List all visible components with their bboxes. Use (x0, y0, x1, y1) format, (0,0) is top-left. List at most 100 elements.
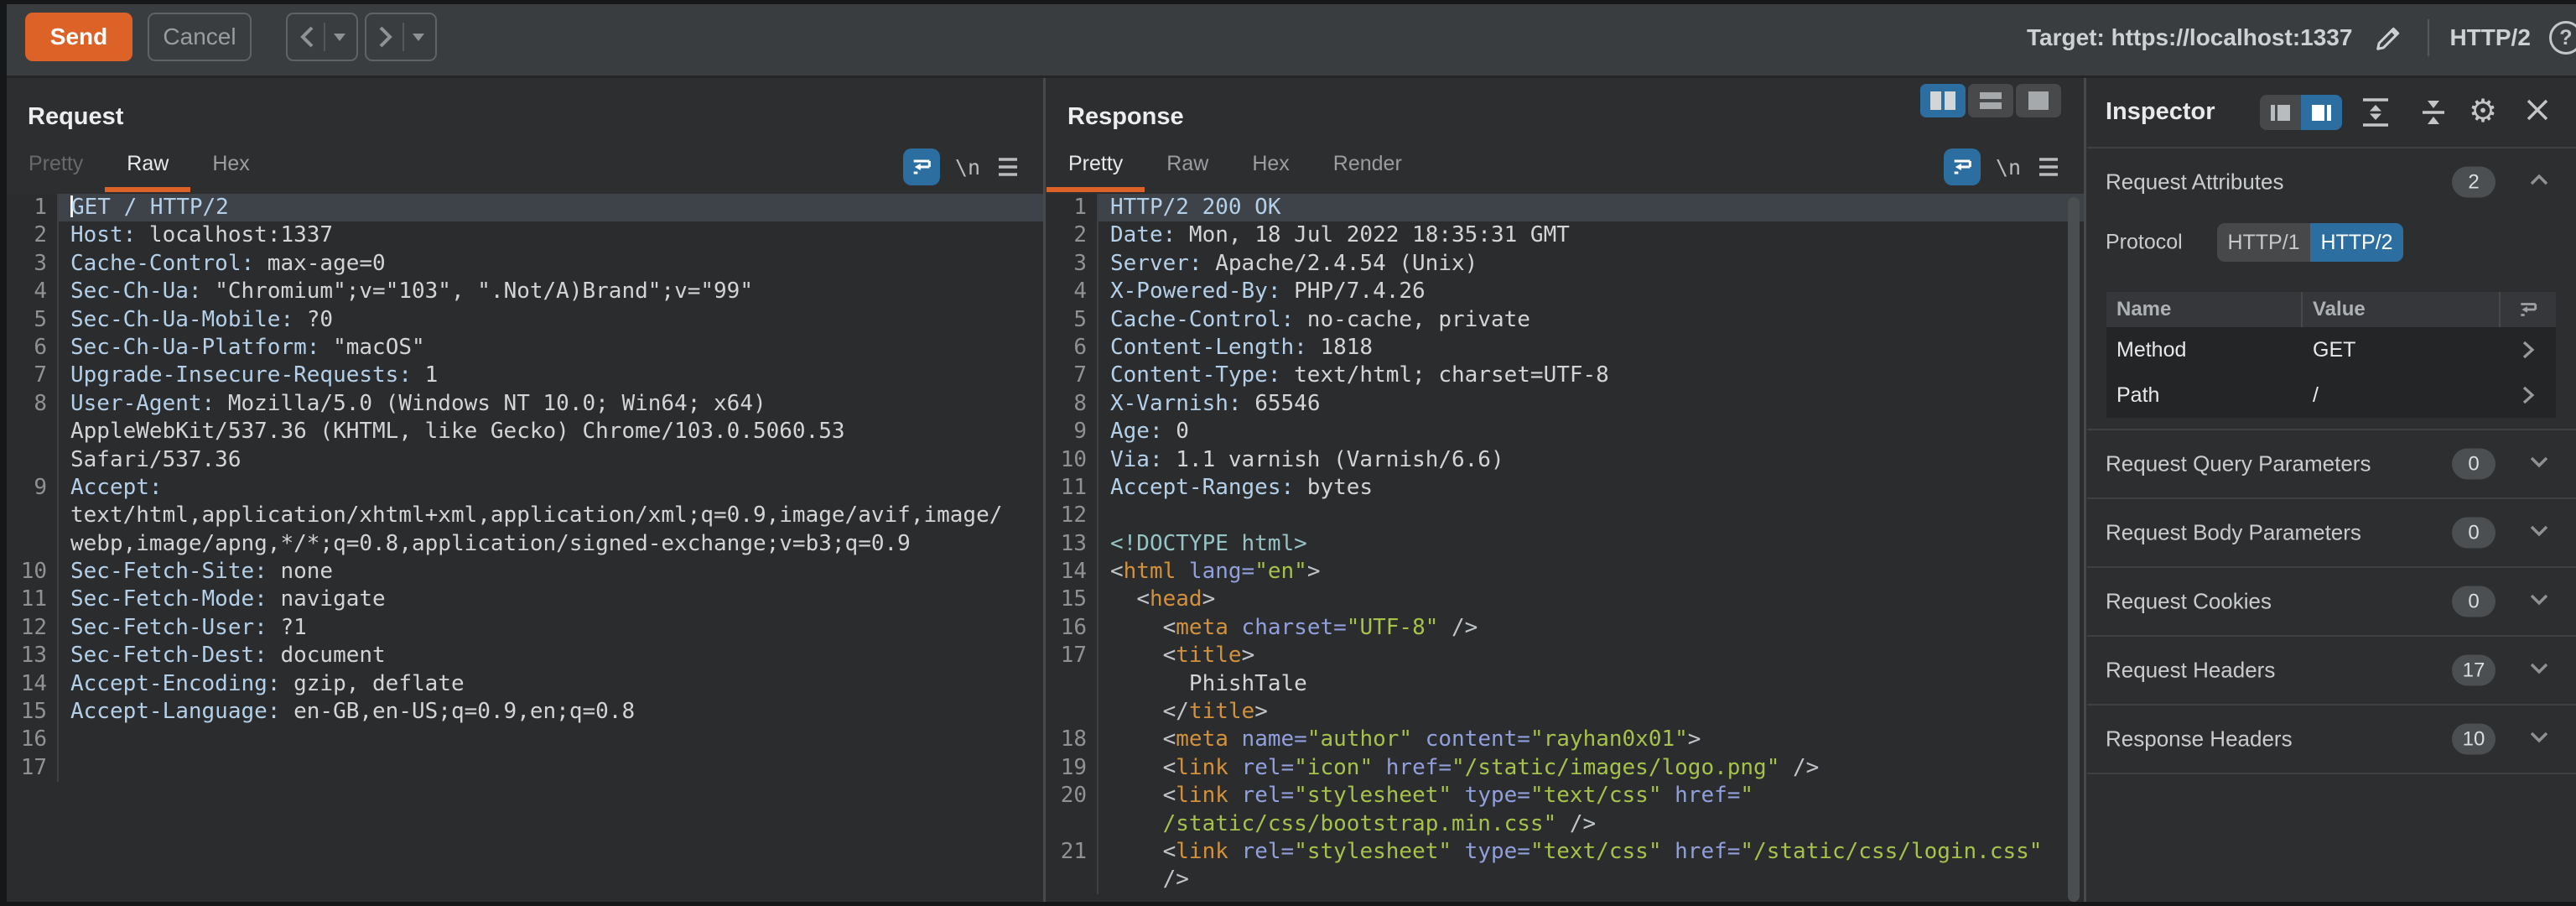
expand-section-button[interactable] (2529, 593, 2549, 610)
code-row[interactable]: 17 <title> (1046, 642, 2085, 669)
code-row[interactable]: 14Accept-Encoding: gzip, deflate (7, 670, 1044, 698)
code-row[interactable]: 14<html lang="en"> (1046, 558, 2085, 586)
code-row[interactable]: /> (1046, 866, 2085, 893)
open-attribute-button[interactable] (2501, 385, 2556, 405)
code-row[interactable]: 16 (7, 726, 1044, 753)
show-newlines-toggle[interactable]: \n (1996, 155, 2021, 180)
code-row[interactable]: PhishTale (1046, 670, 2085, 698)
request-editor[interactable]: 1GET / HTTP/22Host: localhost:13373Cache… (7, 194, 1044, 906)
code-row[interactable]: 1GET / HTTP/2 (7, 194, 1044, 221)
expand-section-button[interactable] (2529, 456, 2549, 472)
code-row[interactable]: 11Accept-Ranges: bytes (1046, 474, 2085, 502)
layout-columns-button[interactable] (1920, 84, 1966, 117)
section-request-headers[interactable]: Request Headers17 (2087, 635, 2576, 704)
code-row[interactable]: 8User-Agent: Mozilla/5.0 (Windows NT 10.… (7, 390, 1044, 418)
response-editor[interactable]: 1HTTP/2 200 OK2Date: Mon, 18 Jul 2022 18… (1046, 194, 2085, 906)
panel-divider[interactable] (2084, 78, 2086, 906)
attribute-row-method[interactable]: MethodGET (2106, 327, 2556, 372)
code-row[interactable]: 21 <link rel="stylesheet" type="text/css… (1046, 838, 2085, 866)
code-row[interactable]: 12 (1046, 502, 2085, 529)
protocol-option-http2[interactable]: HTTP/2 (2310, 223, 2403, 262)
expand-section-button[interactable] (2529, 524, 2549, 541)
code-row[interactable]: 4Sec-Ch-Ua: "Chromium";v="103", ".Not/A)… (7, 278, 1044, 305)
cancel-button[interactable]: Cancel (148, 13, 252, 61)
section-request-cookies[interactable]: Request Cookies0 (2087, 566, 2576, 635)
back-button[interactable] (286, 13, 358, 61)
inspector-close-button[interactable] (2524, 96, 2551, 123)
code-row[interactable]: 7Content-Type: text/html; charset=UTF-8 (1046, 362, 2085, 389)
response-scrollbar[interactable] (2068, 197, 2080, 902)
code-row[interactable]: 9Age: 0 (1046, 418, 2085, 445)
code-row[interactable]: 15Accept-Language: en-GB,en-US;q=0.9,en;… (7, 698, 1044, 726)
table-wrap-toggle[interactable] (2501, 299, 2556, 320)
code-row[interactable]: Safari/537.36 (7, 446, 1044, 474)
protocol-option-http1[interactable]: HTTP/1 (2217, 223, 2310, 262)
code-row[interactable]: 13<!DOCTYPE html> (1046, 530, 2085, 558)
inspector-settings-button[interactable]: ⚙ (2469, 96, 2497, 127)
tab-hex[interactable]: Hex (190, 150, 271, 192)
code-row[interactable]: 3Server: Apache/2.4.54 (Unix) (1046, 250, 2085, 278)
show-newlines-toggle[interactable]: \n (955, 155, 980, 180)
collapse-all-button[interactable] (2421, 96, 2446, 128)
expand-section-button[interactable] (2529, 731, 2549, 747)
section-request-body-parameters[interactable]: Request Body Parameters0 (2087, 497, 2576, 566)
chevron-up-icon[interactable] (2529, 174, 2549, 190)
back-dropdown-icon[interactable] (334, 34, 345, 41)
code-row[interactable]: webp,image/apng,*/*;q=0.8,application/si… (7, 530, 1044, 558)
code-row[interactable]: 20 <link rel="stylesheet" type="text/css… (1046, 782, 2085, 810)
code-row[interactable]: 11Sec-Fetch-Mode: navigate (7, 586, 1044, 613)
section-request-attributes[interactable]: Request Attributes 2 (2087, 159, 2576, 206)
code-row[interactable]: 9Accept: (7, 474, 1044, 502)
column-header-value[interactable]: Value (2303, 292, 2501, 327)
open-attribute-button[interactable] (2501, 340, 2556, 360)
code-row[interactable]: 12Sec-Fetch-User: ?1 (7, 614, 1044, 642)
dock-left-button[interactable] (2260, 95, 2301, 130)
tab-raw[interactable]: Raw (105, 150, 190, 192)
editor-menu-icon[interactable] (2036, 156, 2061, 178)
tab-raw[interactable]: Raw (1145, 150, 1230, 192)
code-row[interactable]: 10Sec-Fetch-Site: none (7, 558, 1044, 586)
column-header-name[interactable]: Name (2106, 292, 2303, 327)
word-wrap-toggle[interactable] (1944, 148, 1981, 185)
code-row[interactable]: text/html,application/xhtml+xml,applicat… (7, 502, 1044, 529)
layout-single-button[interactable] (2016, 84, 2061, 117)
expand-section-button[interactable] (2529, 662, 2549, 679)
code-row[interactable]: 17 (7, 754, 1044, 782)
code-row[interactable]: 18 <meta name="author" content="rayhan0x… (1046, 726, 2085, 753)
code-row[interactable]: 1HTTP/2 200 OK (1046, 194, 2085, 221)
send-button[interactable]: Send (25, 13, 132, 61)
tab-pretty[interactable]: Pretty (1046, 150, 1145, 192)
code-row[interactable]: 15 <head> (1046, 586, 2085, 613)
code-row[interactable]: 8X-Varnish: 65546 (1046, 390, 2085, 418)
code-row[interactable]: </title> (1046, 698, 2085, 726)
code-row[interactable]: 2Host: localhost:1337 (7, 221, 1044, 249)
section-response-headers[interactable]: Response Headers10 (2087, 704, 2576, 774)
forward-dropdown-icon[interactable] (413, 34, 424, 41)
code-row[interactable]: 6Sec-Ch-Ua-Platform: "macOS" (7, 334, 1044, 362)
tab-pretty[interactable]: Pretty (7, 150, 105, 192)
attribute-row-path[interactable]: Path/ (2106, 372, 2556, 418)
code-row[interactable]: 7Upgrade-Insecure-Requests: 1 (7, 362, 1044, 389)
editor-menu-icon[interactable] (995, 156, 1021, 178)
code-row[interactable]: 6Content-Length: 1818 (1046, 334, 2085, 362)
code-row[interactable]: /static/css/bootstrap.min.css" /> (1046, 810, 2085, 838)
word-wrap-toggle[interactable] (903, 148, 940, 185)
panel-divider[interactable] (1043, 78, 1046, 906)
edit-target-button[interactable] (2372, 21, 2406, 55)
code-row[interactable]: 3Cache-Control: max-age=0 (7, 250, 1044, 278)
code-row[interactable]: 10Via: 1.1 varnish (Varnish/6.6) (1046, 446, 2085, 474)
code-row[interactable]: 19 <link rel="icon" href="/static/images… (1046, 754, 2085, 782)
layout-rows-button[interactable] (1968, 84, 2013, 117)
section-request-query-parameters[interactable]: Request Query Parameters0 (2087, 429, 2576, 497)
forward-button[interactable] (365, 13, 437, 61)
code-row[interactable]: 4X-Powered-By: PHP/7.4.26 (1046, 278, 2085, 305)
code-row[interactable]: 5Sec-Ch-Ua-Mobile: ?0 (7, 306, 1044, 334)
tab-hex[interactable]: Hex (1230, 150, 1311, 192)
code-row[interactable]: 13Sec-Fetch-Dest: document (7, 642, 1044, 669)
tab-render[interactable]: Render (1311, 150, 1424, 192)
help-icon[interactable]: ? (2549, 21, 2576, 55)
code-row[interactable]: 5Cache-Control: no-cache, private (1046, 306, 2085, 334)
dock-right-button[interactable] (2301, 95, 2342, 130)
expand-all-button[interactable] (2360, 96, 2391, 128)
code-row[interactable]: 16 <meta charset="UTF-8" /> (1046, 614, 2085, 642)
